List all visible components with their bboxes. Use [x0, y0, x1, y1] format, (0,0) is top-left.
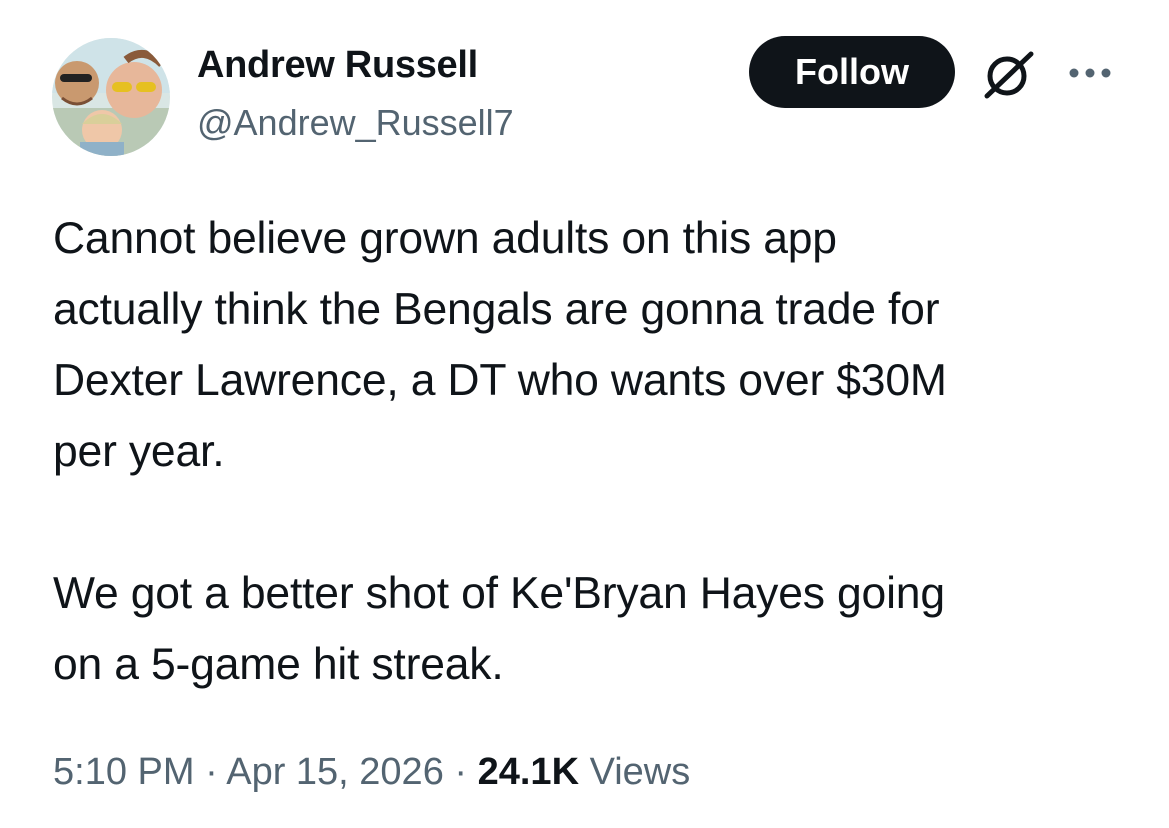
tweet-meta: 5:10 PM · Apr 15, 2026 · 24.1K Views: [53, 751, 690, 794]
author-display-name[interactable]: Andrew Russell: [197, 44, 478, 87]
author-handle[interactable]: @Andrew_Russell7: [197, 102, 514, 144]
tweet-date[interactable]: Apr 15, 2026: [226, 751, 444, 793]
avatar-photo-icon: [52, 38, 170, 156]
tweet-card: Andrew Russell @Andrew_Russell7 Follow C…: [0, 0, 1169, 828]
views-count: 24.1K: [477, 751, 580, 793]
tweet-time[interactable]: 5:10 PM: [53, 751, 195, 793]
follow-button[interactable]: Follow: [749, 36, 955, 108]
tweet-text: Cannot believe grown adults on this app …: [53, 214, 947, 689]
author-avatar[interactable]: [52, 38, 170, 156]
grok-icon[interactable]: [979, 44, 1039, 104]
meta-separator: ·: [443, 751, 478, 793]
meta-separator: ·: [194, 751, 227, 793]
more-options-icon[interactable]: [1066, 58, 1114, 88]
views-label: Views: [579, 751, 691, 793]
